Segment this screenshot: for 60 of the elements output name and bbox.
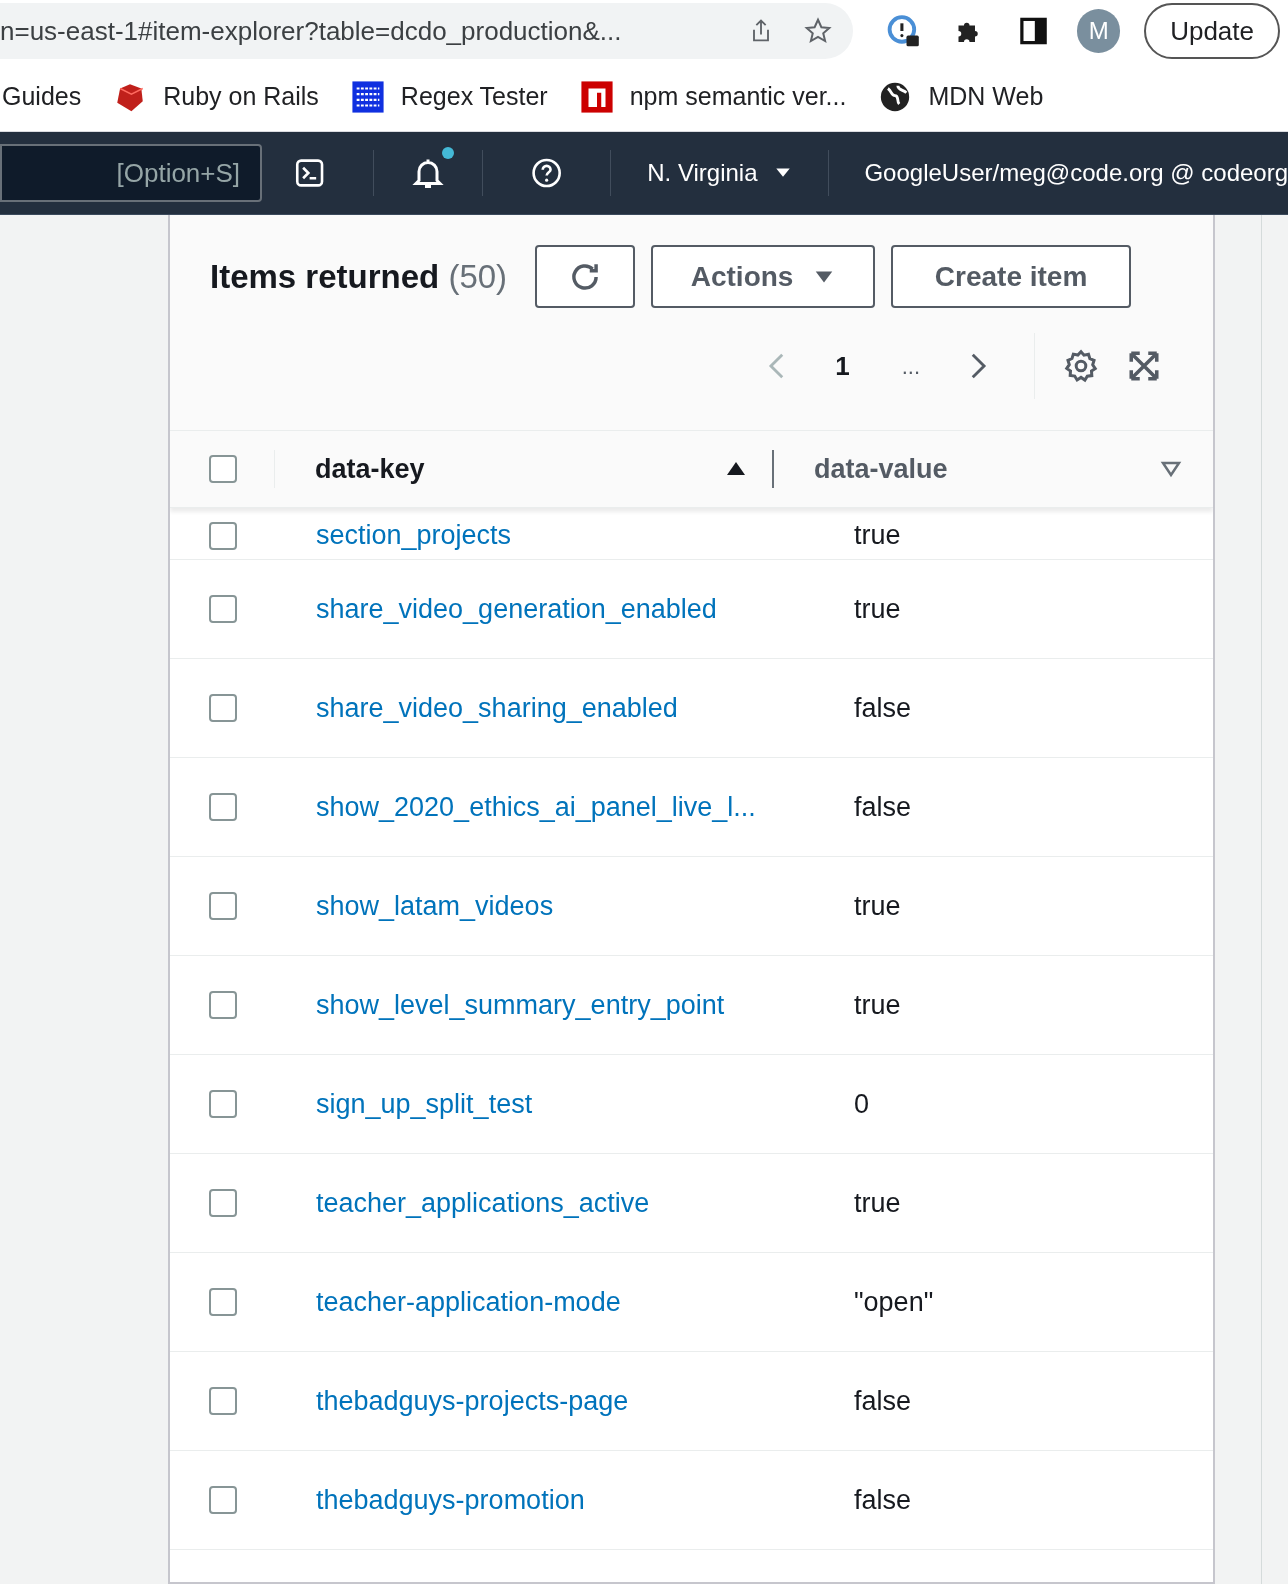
- value-cell-text: false: [854, 691, 912, 725]
- key-link[interactable]: share_video_sharing_enabled: [316, 687, 813, 729]
- key-link[interactable]: teacher-application-mode: [316, 1281, 813, 1323]
- url-text: n=us-east-1#item-explorer?table=dcdo_production&...: [0, 14, 623, 48]
- shortcut-hint: [Option+S]: [116, 156, 241, 190]
- checkbox[interactable]: [209, 595, 237, 623]
- address-bar[interactable]: n=us-east-1#item-explorer?table=dcdo_production&...: [0, 3, 853, 59]
- fullscreen-icon[interactable]: [1127, 349, 1161, 383]
- key-link[interactable]: show_2020_ethics_ai_panel_live_l...: [316, 786, 813, 828]
- checkbox[interactable]: [209, 1090, 237, 1118]
- key-link[interactable]: thebadguys-promotion: [316, 1479, 813, 1521]
- checkbox[interactable]: [209, 1486, 237, 1514]
- key-link[interactable]: thebadguys-projects-page: [316, 1380, 813, 1422]
- value-cell-text: "open": [854, 1285, 934, 1319]
- checkbox[interactable]: [209, 793, 237, 821]
- pagination-ellipsis: ...: [900, 352, 921, 381]
- value-cell-text: true: [854, 889, 901, 923]
- value-cell-text: 0: [854, 1087, 870, 1121]
- bookmark[interactable]: Guides: [2, 77, 82, 116]
- key-link[interactable]: sign_up_split_test: [316, 1083, 813, 1125]
- search-field[interactable]: [Option+S]: [0, 144, 263, 202]
- column-header[interactable]: data-value: [774, 448, 1213, 490]
- checkbox[interactable]: [209, 455, 237, 483]
- settings-icon[interactable]: [1063, 348, 1099, 384]
- value-cell-text: true: [854, 519, 901, 553]
- checkbox[interactable]: [209, 991, 237, 1019]
- key-link[interactable]: show_level_summary_entry_point: [316, 984, 813, 1026]
- checkbox[interactable]: [209, 694, 237, 722]
- checkbox[interactable]: [209, 1189, 237, 1217]
- panel-title: Items returned (50): [210, 256, 508, 297]
- key-link[interactable]: show_latam_videos: [316, 885, 813, 927]
- account-menu[interactable]: GoogleUser/meg@code.org @ codeorg: [864, 155, 1288, 191]
- value-cell-text: false: [854, 1384, 912, 1418]
- actions-button[interactable]: Actions: [651, 245, 876, 308]
- update-button[interactable]: Update: [1144, 3, 1280, 59]
- region-selector[interactable]: N. Virginia: [647, 155, 792, 191]
- checkbox[interactable]: [209, 1288, 237, 1316]
- value-cell-text: true: [854, 988, 901, 1022]
- block-logo-icon: [579, 79, 614, 114]
- bookmark[interactable]: Ruby on Rails: [113, 77, 319, 116]
- checkbox[interactable]: [209, 1387, 237, 1415]
- key-link[interactable]: share_video_generation_enabled: [316, 588, 813, 630]
- checkbox[interactable]: [209, 892, 237, 920]
- value-cell-text: true: [854, 592, 901, 626]
- bookmark[interactable]: MDN Web: [878, 77, 1044, 116]
- star-icon[interactable]: [802, 16, 833, 46]
- bookmark[interactable]: npm semantic ver...: [579, 77, 847, 116]
- value-cell-text: true: [854, 1186, 901, 1220]
- grid-logo-icon: [350, 79, 385, 114]
- key-link[interactable]: section_projects: [316, 515, 813, 556]
- checkbox[interactable]: [209, 521, 237, 550]
- column-header[interactable]: data-key: [275, 448, 772, 490]
- refresh-button[interactable]: [535, 245, 636, 308]
- key-link[interactable]: teacher_applications_active: [316, 1182, 813, 1224]
- create-item-button[interactable]: Create item: [891, 245, 1132, 308]
- value-cell-text: false: [854, 790, 912, 824]
- value-cell-text: false: [854, 1483, 912, 1517]
- bookmark[interactable]: Regex Tester: [350, 77, 548, 116]
- side-panel-icon[interactable]: [1018, 15, 1050, 47]
- page-button[interactable]: 1: [823, 346, 862, 386]
